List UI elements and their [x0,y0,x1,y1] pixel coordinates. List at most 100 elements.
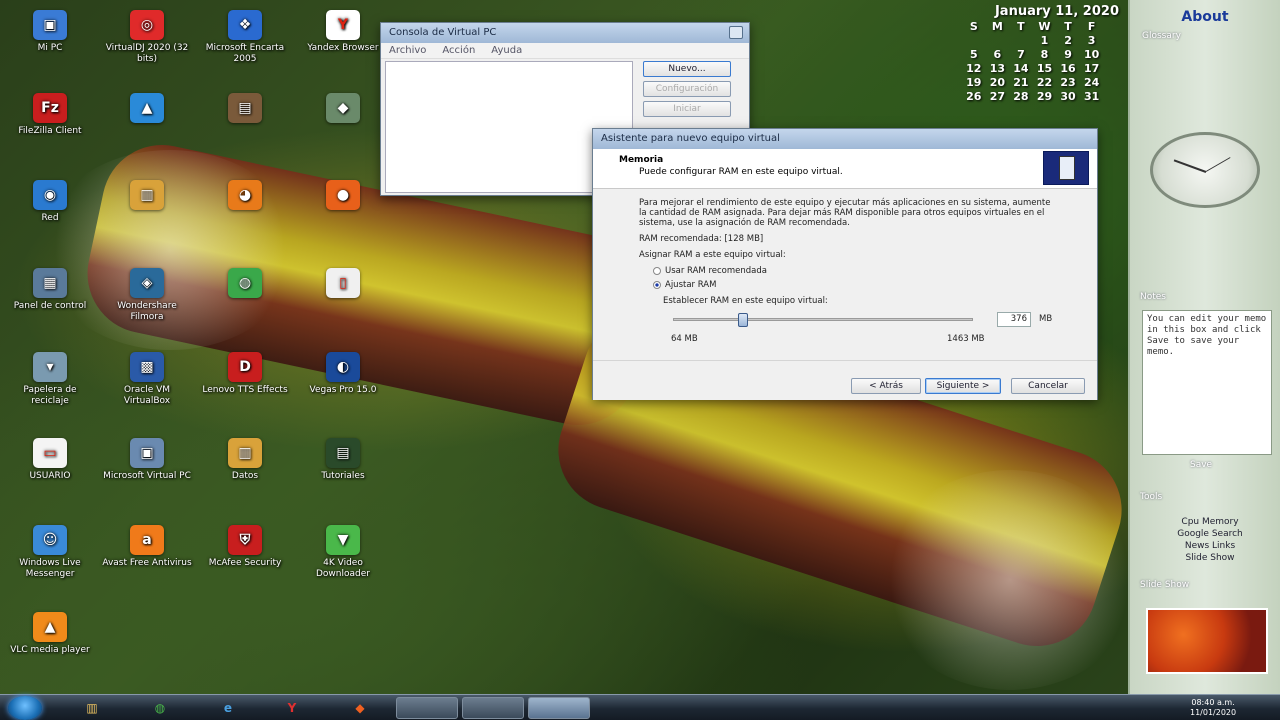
calendar-day[interactable]: 27 [986,90,1010,103]
desktop-icon[interactable]: ▤ Tutoriales [298,438,388,482]
menu-archivo[interactable]: Archivo [389,45,426,56]
menu-ayuda[interactable]: Ayuda [491,45,522,56]
calendar-day[interactable]: 6 [986,48,1010,61]
calendar-day[interactable]: 21 [1009,76,1033,89]
back-button[interactable]: < Atrás [851,378,921,394]
desktop-icon[interactable]: ▼ 4K Video Downloader [298,525,388,580]
tool-slide-show[interactable]: Slide Show [1150,552,1270,564]
desktop-icon[interactable]: ⛨ McAfee Security [200,525,290,569]
console-title-bar[interactable]: Consola de Virtual PC [381,23,749,43]
calendar-day[interactable]: 12 [962,62,986,75]
desktop-icon[interactable]: ▣ Mi PC [5,10,95,54]
slide-show-photo[interactable] [1146,608,1268,674]
settings-button[interactable]: Configuración [643,81,731,97]
calendar-day[interactable]: 8 [1033,48,1057,61]
calendar-day[interactable]: 28 [1009,90,1033,103]
calendar-day[interactable]: 29 [1033,90,1057,103]
close-icon[interactable] [729,26,743,39]
desktop-icon[interactable]: a Avast Free Antivirus [102,525,192,569]
calendar-day[interactable]: 24 [1080,76,1104,89]
next-button[interactable]: Siguiente > [925,378,1001,394]
new-button[interactable]: Nuevo... [643,61,731,77]
calendar-day[interactable]: 5 [962,48,986,61]
desktop-icon[interactable]: ● [298,180,388,213]
notes-textarea[interactable]: You can edit your memo in this box and c… [1142,310,1272,455]
desktop-icon[interactable]: ◆ [298,93,388,126]
chrome-taskbar-icon[interactable]: ◍ [140,698,180,718]
ram-value-input[interactable]: 376 [997,312,1031,327]
cancel-button[interactable]: Cancelar [1011,378,1085,394]
taskbar-clock[interactable]: 08:40 a.m. 11/01/2020 [1190,698,1236,718]
explorer-taskbar-icon[interactable]: ▥ [72,698,112,718]
radio-adjust[interactable] [653,281,661,289]
start-button[interactable]: Iniciar [643,101,731,117]
desktop-icon[interactable]: ◍ [200,268,290,301]
ram-slider-track[interactable] [673,313,973,327]
taskbar-window-3[interactable] [528,697,590,719]
calendar-day[interactable]: 10 [1080,48,1104,61]
calendar-day[interactable]: 13 [986,62,1010,75]
calendar-day[interactable]: 9 [1056,48,1080,61]
desktop-icon[interactable]: ▦ Panel de control [5,268,95,312]
calendar-day[interactable]: 2 [1056,34,1080,47]
calendar-day[interactable]: 1 [1033,34,1057,47]
calendar-day[interactable]: 17 [1080,62,1104,75]
desktop-icon[interactable]: ▭ USUARIO [5,438,95,482]
calendar-day[interactable] [986,34,1010,47]
desktop-icon[interactable]: D Lenovo TTS Effects [200,352,290,396]
calendar-day[interactable]: 7 [1009,48,1033,61]
desktop-icon[interactable]: ◕ [200,180,290,213]
desktop-icon[interactable]: ▥ Datos [200,438,290,482]
calendar-day[interactable]: 16 [1056,62,1080,75]
calendar-day[interactable]: 30 [1056,90,1080,103]
calendar-day[interactable]: 31 [1080,90,1104,103]
menu-accion[interactable]: Acción [442,45,475,56]
ram-slider-thumb[interactable] [737,313,748,327]
ie-taskbar-icon[interactable]: e [208,698,248,718]
desktop-icon[interactable]: ▯ [298,268,388,301]
desktop-icon[interactable]: ▤ [200,93,290,126]
radio-recommended[interactable] [653,267,661,275]
calendar-day[interactable]: 19 [962,76,986,89]
sidebar-title[interactable]: About [1130,0,1280,25]
calendar-day[interactable]: 3 [1080,34,1104,47]
option-recommended[interactable]: Usar RAM recomendada [653,266,767,276]
calendar-day[interactable]: 15 [1033,62,1057,75]
sidebar-glossary-link[interactable]: Glossary [1130,25,1280,47]
calendar-cell [1103,34,1127,47]
desktop-icon[interactable]: Fz FileZilla Client [5,93,95,137]
desktop-icon[interactable]: ◐ Vegas Pro 15.0 [298,352,388,396]
desktop-icon[interactable]: ▾ Papelera de reciclaje [5,352,95,407]
desktop-icon[interactable]: ▲ [102,93,192,126]
wizard-title-bar[interactable]: Asistente para nuevo equipo virtual [593,129,1097,149]
desktop-icon[interactable]: ▲ VLC media player [5,612,95,656]
calendar-day[interactable]: 20 [986,76,1010,89]
desktop-icon[interactable]: ❖ Microsoft Encarta 2005 [200,10,290,65]
taskbar-window-1[interactable] [396,697,458,719]
tool-cpu-memory[interactable]: Cpu Memory [1150,516,1270,528]
desktop-icon[interactable]: ▣ Microsoft Virtual PC [102,438,192,482]
desktop-icon[interactable]: ▥ [102,180,192,213]
calendar-day[interactable]: 26 [962,90,986,103]
start-button-orb[interactable] [8,696,42,720]
calendar-day[interactable]: 14 [1009,62,1033,75]
notes-save-button[interactable]: Save [1190,460,1212,470]
calendar-day[interactable] [962,34,986,47]
desktop-icon[interactable]: ◉ Red [5,180,95,224]
desktop-icon[interactable]: ◎ VirtualDJ 2020 (32 bits) [102,10,192,65]
calendar-day[interactable]: 23 [1056,76,1080,89]
desktop-icon[interactable]: Y Yandex Browser [298,10,388,54]
brave-taskbar-icon[interactable]: ◆ [340,698,380,718]
calendar-title: January 11, 2020 [994,4,1119,19]
desktop-icon[interactable]: ▩ Oracle VM VirtualBox [102,352,192,407]
tool-google-search[interactable]: Google Search [1150,528,1270,540]
tool-news-links[interactable]: News Links [1150,540,1270,552]
desktop-icon[interactable]: ◈ Wondershare Filmora [102,268,192,323]
option-adjust[interactable]: Ajustar RAM [653,280,716,290]
yandex-taskbar-icon[interactable]: Y [272,698,312,718]
desktop-icon[interactable]: ☺ Windows Live Messenger [5,525,95,580]
calendar-day[interactable] [1009,34,1033,47]
new-vm-wizard-window[interactable]: Asistente para nuevo equipo virtual Memo… [592,128,1098,400]
calendar-day[interactable]: 22 [1033,76,1057,89]
taskbar-window-2[interactable] [462,697,524,719]
